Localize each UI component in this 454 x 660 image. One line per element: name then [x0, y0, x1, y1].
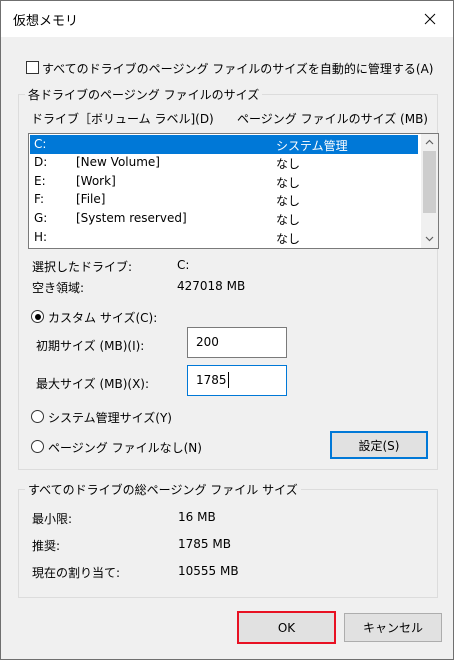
recommended-label: 推奨:	[32, 539, 61, 553]
system-managed-label[interactable]: システム管理サイズ(Y)	[48, 409, 172, 426]
initial-size-input[interactable]: 200	[187, 327, 287, 358]
list-scrollbar[interactable]	[421, 134, 438, 248]
ok-button[interactable]: OK	[237, 611, 336, 644]
size-column-header: ページング ファイルのサイズ (MB)	[237, 112, 428, 126]
free-space-label: 空き領域:	[32, 281, 85, 295]
virtual-memory-dialog: 仮想メモリ すべてのドライブのページング ファイルのサイズを自動的に管理する(A…	[0, 0, 454, 660]
max-size-label: 最大サイズ (MB)(X):	[36, 377, 150, 391]
list-item[interactable]: H: なし	[30, 228, 418, 247]
max-size-input[interactable]: 1785	[187, 365, 287, 396]
dialog-body: すべてのドライブのページング ファイルのサイズを自動的に管理する(A) 各ドライ…	[1, 37, 453, 659]
minimum-label: 最小限:	[32, 512, 73, 526]
custom-size-label[interactable]: カスタム サイズ(C):	[48, 309, 157, 326]
set-button[interactable]: 設定(S)	[330, 431, 428, 459]
list-item[interactable]: C: システム管理	[30, 135, 418, 154]
drive-list[interactable]: C: システム管理 D: [New Volume] なし E: [Work] な…	[28, 133, 439, 249]
close-button[interactable]	[407, 1, 453, 37]
text-caret	[228, 372, 229, 388]
custom-size-radio[interactable]	[31, 310, 44, 323]
minimum-value: 16 MB	[178, 510, 216, 524]
no-paging-label[interactable]: ページング ファイルなし(N)	[48, 439, 202, 456]
current-allocation-value: 10555 MB	[178, 564, 239, 578]
system-managed-radio[interactable]	[31, 410, 44, 423]
drive-column-header: ドライブ［ボリューム ラベル](D)	[31, 112, 214, 126]
list-item[interactable]: G: [System reserved] なし	[30, 209, 418, 228]
auto-manage-checkbox[interactable]	[26, 61, 39, 74]
total-size-group-title: すべてのドライブの総ページング ファイル サイズ	[25, 481, 301, 498]
selected-drive-value: C:	[177, 258, 190, 272]
cancel-button[interactable]: キャンセル	[344, 613, 442, 642]
title-bar[interactable]: 仮想メモリ	[1, 1, 453, 37]
current-allocation-label: 現在の割り当て:	[32, 566, 121, 580]
dialog-title: 仮想メモリ	[13, 14, 79, 29]
scroll-thumb[interactable]	[423, 151, 436, 213]
scroll-down-icon[interactable]	[425, 236, 434, 242]
scroll-up-icon[interactable]	[425, 139, 434, 145]
list-item[interactable]: E: [Work] なし	[30, 172, 418, 191]
list-item[interactable]: D: [New Volume] なし	[30, 153, 418, 172]
auto-manage-label[interactable]: すべてのドライブのページング ファイルのサイズを自動的に管理する(A)	[42, 60, 433, 77]
no-paging-radio[interactable]	[31, 440, 44, 453]
list-item[interactable]: F: [File] なし	[30, 190, 418, 209]
initial-size-label: 初期サイズ (MB)(I):	[36, 339, 145, 353]
recommended-value: 1785 MB	[178, 537, 231, 551]
close-icon	[424, 13, 436, 25]
selected-drive-label: 選択したドライブ:	[32, 260, 133, 274]
free-space-value: 427018 MB	[177, 279, 246, 293]
per-drive-group-title: 各ドライブのページング ファイルのサイズ	[25, 86, 263, 103]
